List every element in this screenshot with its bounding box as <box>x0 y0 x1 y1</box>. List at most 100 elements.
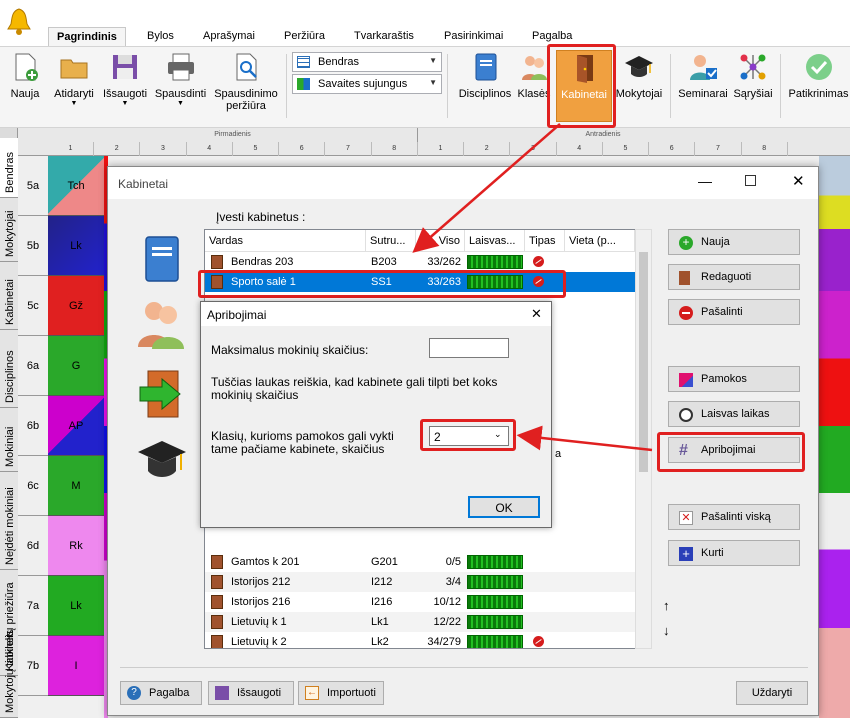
room-row[interactable]: Bendras 203 B203 33/262 <box>205 252 635 272</box>
class-row-label[interactable]: 6d <box>18 516 48 576</box>
room-total: 10/12 <box>433 596 461 608</box>
column-header-total[interactable]: Viso <box>416 230 465 252</box>
free-time-bar <box>467 635 523 648</box>
rooms-button-highlight <box>547 44 616 128</box>
move-down-icon[interactable]: ↓ <box>663 623 670 638</box>
week-mode-select[interactable]: Savaites sujungus ▼ <box>292 74 442 94</box>
minus-icon <box>679 306 693 320</box>
partial-cell-text: a <box>555 448 562 460</box>
room-row[interactable]: Lietuvių k 2 Lk2 34/279 <box>205 632 635 648</box>
maximize-icon[interactable] <box>745 175 756 186</box>
classes-count-label: Klasių, kurioms pamokos gali vykti tame … <box>211 429 394 456</box>
view-select-general[interactable]: Bendras ▼ <box>292 52 442 72</box>
restrictions-dialog: Apribojimai ✕ Maksimalus mokinių skaičiu… <box>200 301 552 528</box>
timetable-cell[interactable]: M <box>48 456 104 516</box>
class-row-label[interactable]: 5a <box>18 156 48 216</box>
room-row[interactable]: Gamtos k 201 G201 0/5 <box>205 552 635 572</box>
ok-button[interactable]: OK <box>468 496 540 518</box>
class-row-label[interactable]: 6a <box>18 336 48 396</box>
teachers-button[interactable]: Mokytojai <box>613 52 665 122</box>
max-students-input[interactable] <box>429 338 509 358</box>
import-button[interactable]: ← Importuoti <box>298 681 384 705</box>
delete-room-button[interactable]: Pašalinti <box>668 299 800 325</box>
rooms-icon[interactable] <box>136 367 186 421</box>
timetable-cell[interactable]: G <box>48 336 104 396</box>
class-row-label[interactable]: 7a <box>18 576 48 636</box>
seminars-button[interactable]: Seminarai <box>676 52 730 122</box>
tab-pasirinkimai[interactable]: Pasirinkimai <box>436 27 511 47</box>
class-row-label[interactable]: 7b <box>18 636 48 696</box>
relations-button[interactable]: Sąryšiai <box>731 52 775 122</box>
disciplines-icon[interactable] <box>138 235 184 285</box>
tab-tvarkarastis[interactable]: Tvarkaraštis <box>346 27 422 47</box>
tab-aprasymai[interactable]: Aprašymai <box>195 27 263 47</box>
side-tab-rooms[interactable]: Kabinetai <box>0 262 18 330</box>
new-button[interactable]: Nauja <box>5 52 45 122</box>
move-up-icon[interactable]: ↑ <box>663 598 670 613</box>
classes-button[interactable]: Klasės <box>517 52 551 122</box>
create-button[interactable]: + Kurti <box>668 540 800 566</box>
side-tab-general[interactable]: Bendras <box>0 138 18 198</box>
timetable-cell[interactable]: I <box>48 636 104 696</box>
checks-button[interactable]: Patikrinimas <box>787 52 850 122</box>
new-room-button[interactable]: + Nauja <box>668 229 800 255</box>
timetable-cell[interactable]: Tch <box>48 156 104 216</box>
app-bell-icon[interactable] <box>6 6 32 36</box>
column-header-free[interactable]: Laisvas... <box>465 230 525 252</box>
delete-all-button[interactable]: ✕ Pašalinti viską <box>668 504 800 530</box>
tab-bylos[interactable]: Bylos <box>139 27 182 47</box>
free-time-button[interactable]: Laisvas laikas <box>668 401 800 427</box>
side-tab-teacher-grid[interactable]: Mokytojų tinklelis <box>0 630 18 718</box>
close-button[interactable]: Uždaryti <box>736 681 808 705</box>
class-row-label[interactable]: 5b <box>18 216 48 276</box>
minimize-icon[interactable]: — <box>698 173 712 189</box>
room-name: Bendras 203 <box>231 256 294 268</box>
timetable-cell[interactable]: Gž <box>48 276 104 336</box>
print-preview-button[interactable]: Spausdinimo peržiūra <box>212 52 280 122</box>
class-row-label[interactable]: 5c <box>18 276 48 336</box>
scrollbar-thumb[interactable] <box>639 252 648 472</box>
save-rooms-button[interactable]: Išsaugoti <box>208 681 294 705</box>
column-header-name[interactable]: Vardas <box>205 230 366 252</box>
class-row-label[interactable]: 6b <box>18 396 48 456</box>
side-tab-unplaced-students[interactable]: Neįdėti mokiniai <box>0 472 18 570</box>
print-button[interactable]: Spausdinti ▼ <box>153 52 208 122</box>
lessons-button[interactable]: Pamokos <box>668 366 800 392</box>
timetable-cell[interactable]: Lk <box>48 216 104 276</box>
close-icon[interactable]: ✕ <box>792 172 805 190</box>
column-header-short[interactable]: Sutru... <box>366 230 416 252</box>
save-button[interactable]: Išsaugoti ▼ <box>100 52 150 122</box>
tab-perziura[interactable]: Peržiūra <box>276 27 333 47</box>
column-header-place[interactable]: Vieta (p... <box>565 230 635 252</box>
period-number: 7 <box>696 142 742 156</box>
side-tab-students[interactable]: Mokiniai <box>0 408 18 472</box>
column-header-type[interactable]: Tipas <box>525 230 565 252</box>
room-row[interactable]: Lietuvių k 1 Lk1 12/22 <box>205 612 635 632</box>
timetable-cell[interactable]: AP <box>48 396 104 456</box>
disciplines-button[interactable]: Disciplinos <box>455 52 515 122</box>
tab-pagrindinis[interactable]: Pagrindinis <box>48 27 126 48</box>
room-short: Lk1 <box>371 616 389 628</box>
rooms-list-scrollbar[interactable] <box>635 229 652 649</box>
timetable-cell[interactable]: Lk <box>48 576 104 636</box>
classes-icon[interactable] <box>134 297 188 351</box>
room-name: Istorijos 212 <box>231 576 291 588</box>
room-row[interactable]: Istorijos 212 I212 3/4 <box>205 572 635 592</box>
room-row[interactable]: Istorijos 216 I216 10/12 <box>205 592 635 612</box>
edit-room-button[interactable]: Redaguoti <box>668 264 800 290</box>
restrictions-button-highlight <box>657 432 805 472</box>
teachers-icon[interactable] <box>136 437 188 483</box>
period-number-row: 1234567812345678 <box>48 142 850 156</box>
class-row-label[interactable]: 6c <box>18 456 48 516</box>
help-button[interactable]: ? Pagalba <box>120 681 202 705</box>
delete-doc-icon: ✕ <box>679 511 693 525</box>
room-row-empty[interactable] <box>205 532 635 552</box>
free-time-bar <box>467 615 523 629</box>
timetable-cell[interactable]: Rk <box>48 516 104 576</box>
open-button[interactable]: Atidaryti ▼ <box>50 52 98 122</box>
side-tab-teachers[interactable]: Mokytojai <box>0 198 18 262</box>
room-total: 0/5 <box>445 556 461 568</box>
side-tab-disciplines[interactable]: Disciplinos <box>0 330 18 408</box>
close-icon[interactable]: ✕ <box>531 306 542 322</box>
students-icon <box>519 52 549 82</box>
